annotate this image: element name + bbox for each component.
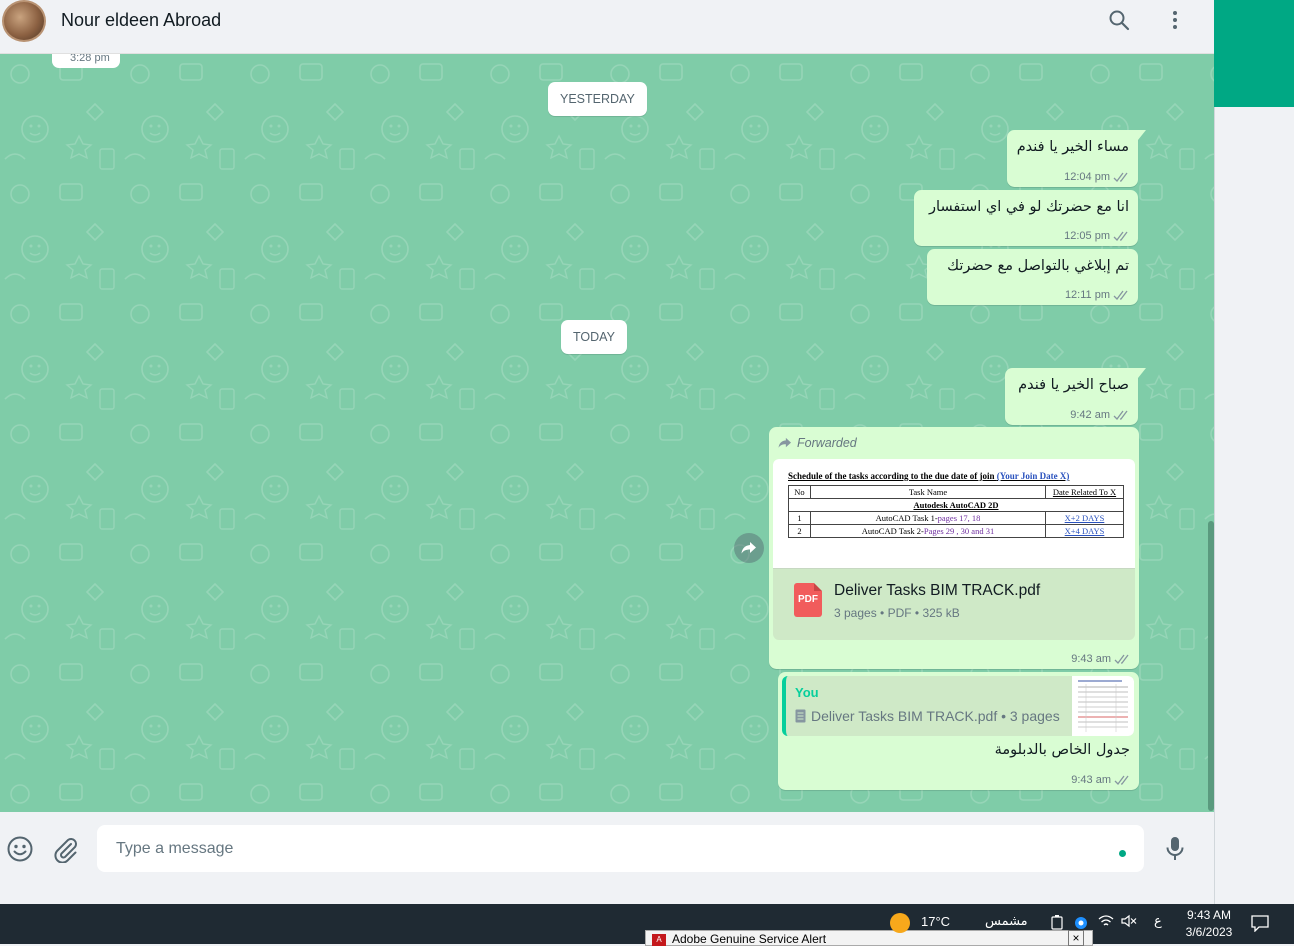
date-divider-yesterday: YESTERDAY [548,82,647,116]
message-meta: 12:04 pm [1064,171,1130,183]
emoji-icon[interactable] [6,835,34,863]
message-text: تم إبلاغي بالتواصل مع حضرتك [947,258,1129,274]
side-panel [1214,0,1294,904]
message-bubble[interactable]: صباح الخير يا فندم 9:42 am [1005,368,1146,425]
quoted-author: You [795,685,819,700]
window-bottom-strip [0,884,1214,904]
double-check-icon [1113,172,1128,182]
clock-time: 9:43 AM [1186,908,1232,922]
document-icon [795,709,806,723]
message-time: 12:04 pm [1064,171,1110,183]
message-text: مساء الخير يا فندم [1016,139,1129,155]
date-divider-today: TODAY [561,320,627,354]
message-time: 9:42 am [1070,409,1110,421]
message-bubble[interactable]: انا مع حضرتك لو في اي استفسار 12:05 pm [914,190,1138,246]
message-meta: 9:42 am [1070,409,1130,421]
weather-condition[interactable]: مشمس [985,914,1028,929]
battery-icon[interactable] [1051,914,1063,933]
quoted-thumbnail [1072,676,1134,736]
document-card[interactable]: Schedule of the tasks according to the d… [773,459,1135,640]
message-time: 12:05 pm [1064,230,1110,242]
message-bubble[interactable]: تم إبلاغي بالتواصل مع حضرتك 12:11 pm [927,249,1138,305]
message-time: 9:43 am [1071,653,1111,665]
language-indicator[interactable]: ع [1154,914,1162,929]
compose-bar [0,812,1214,884]
message-meta: 12:11 pm [1065,289,1130,301]
input-status-dot [1119,850,1126,857]
message-time: 12:11 pm [1064,289,1110,301]
forward-arrow-icon [741,542,756,554]
document-preview[interactable]: Schedule of the tasks according to the d… [773,459,1135,569]
message-meta: 9:43 am [1071,653,1131,665]
attach-icon[interactable] [51,835,79,864]
message-meta: 12:05 pm [1064,230,1130,242]
wifi-icon[interactable] [1098,914,1114,931]
volume-muted-icon[interactable] [1121,914,1137,931]
app-tray-icon[interactable] [1072,914,1090,933]
document-message-bubble[interactable]: Forwarded Schedule of the tasks accordin… [769,427,1139,669]
document-file-name[interactable]: Deliver Tasks BIM TRACK.pdf [834,582,1040,600]
document-file-info: 3 pages • PDF • 325 kB [834,606,960,620]
message-text: صباح الخير يا فندم [1018,377,1129,393]
quoted-message[interactable]: You Deliver Tasks BIM TRACK.pdf • 3 page… [782,676,1134,736]
microphone-icon[interactable] [1161,834,1189,862]
side-panel-header [1214,0,1294,107]
notification-icon[interactable] [1250,914,1270,933]
forwarded-icon [778,437,791,448]
chat-header[interactable]: Nour eldeen Abroad [0,0,1214,54]
quoted-text: Deliver Tasks BIM TRACK.pdf • 3 pages [795,708,1060,724]
message-input[interactable] [116,825,1096,872]
whatsapp-window: Nour eldeen Abroad 3:28 pm YESTERDAY مسا… [0,0,1214,904]
double-check-icon [1114,775,1129,785]
double-check-icon [1113,290,1128,300]
menu-dots-icon[interactable] [1163,8,1187,32]
avatar[interactable] [2,0,46,42]
contact-name[interactable]: Nour eldeen Abroad [61,10,221,31]
message-time: 9:43 am [1071,774,1111,786]
adobe-icon: A [652,934,666,946]
preview-table: No Task Name Date Related To X Autodesk … [788,485,1124,538]
search-icon[interactable] [1107,8,1131,32]
weather-temperature[interactable]: 17°C [921,914,950,929]
previous-message-time: 3:28 pm [52,54,120,68]
side-panel-body [1214,107,1294,904]
reply-message-bubble[interactable]: You Deliver Tasks BIM TRACK.pdf • 3 page… [778,672,1139,790]
double-check-icon [1114,654,1129,664]
preview-title: Schedule of the tasks according to the d… [788,471,1070,481]
clock-date: 3/6/2023 [1185,925,1233,939]
taskbar-clock[interactable]: 9:43 AM 3/6/2023 [1176,907,1242,941]
pdf-file-icon: PDF [794,583,822,617]
windows-taskbar: A Adobe Genuine Service Alert × 17°C مشم… [0,904,1294,946]
weather-sun-icon[interactable] [890,913,910,933]
message-input-box[interactable] [97,825,1144,872]
message-meta: 9:43 am [1071,774,1131,786]
double-check-icon [1113,231,1128,241]
double-check-icon [1113,410,1128,420]
message-bubble[interactable]: مساء الخير يا فندم 12:04 pm [1007,130,1146,187]
message-text: انا مع حضرتك لو في اي استفسار [929,199,1129,215]
forwarded-label: Forwarded [778,436,857,450]
message-text: جدول الخاص بالدبلومة [994,742,1130,758]
chat-area[interactable]: 3:28 pm YESTERDAY مساء الخير يا فندم 12:… [0,54,1214,812]
forward-button[interactable] [734,533,764,563]
